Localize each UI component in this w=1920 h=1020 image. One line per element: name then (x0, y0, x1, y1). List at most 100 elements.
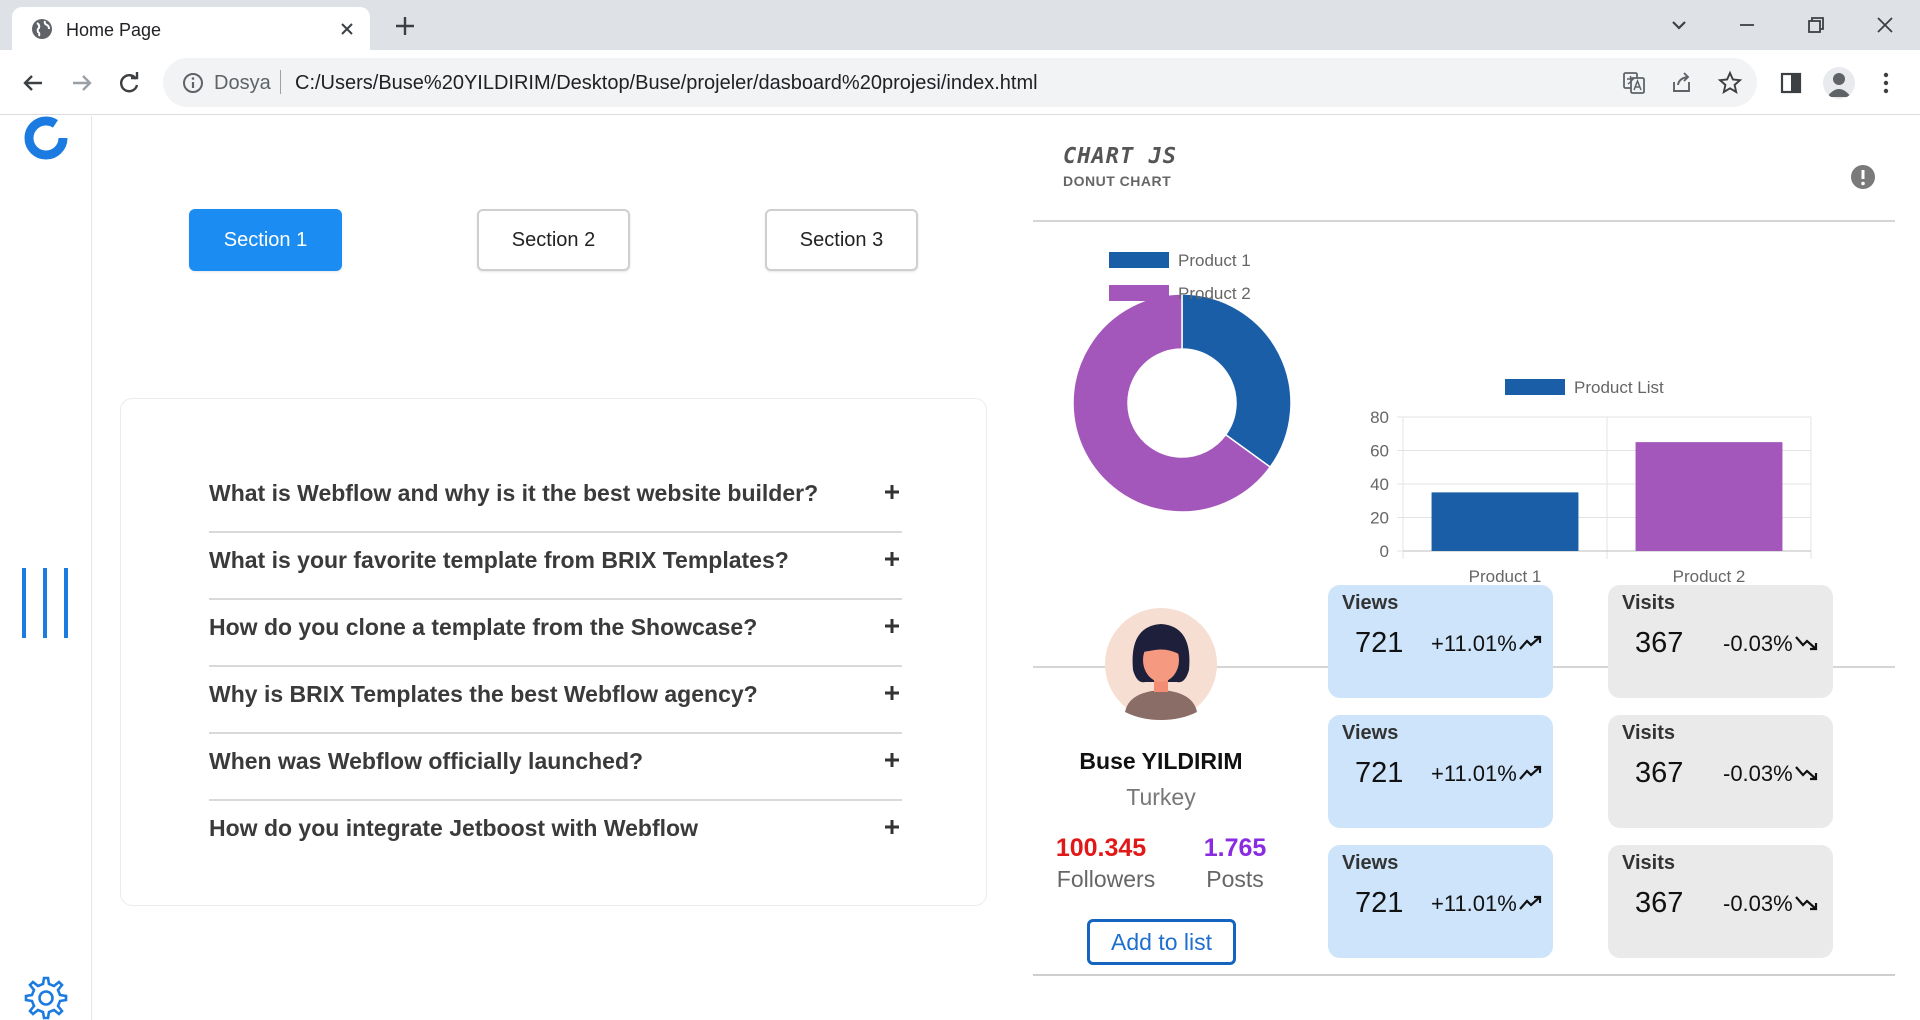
faq-item[interactable]: How do you integrate Jetboost with Webfl… (209, 801, 902, 868)
avatar (1105, 608, 1217, 720)
posts-count: 1.765 (1203, 834, 1267, 862)
trend-up-icon (1519, 635, 1542, 650)
menu-kebab-icon[interactable] (1872, 69, 1900, 97)
menu-icon[interactable] (22, 568, 72, 638)
plus-icon[interactable] (882, 750, 902, 770)
faq-question: How do you integrate Jetboost with Webfl… (209, 815, 698, 841)
y-tick-label: 80 (1370, 408, 1389, 427)
donut-slice (1181, 293, 1292, 469)
logo-icon[interactable] (23, 116, 69, 162)
add-to-list-button[interactable]: Add to list (1087, 919, 1236, 965)
metric-value: 721 (1355, 627, 1404, 659)
plus-icon[interactable] (882, 683, 902, 703)
back-icon[interactable] (18, 68, 48, 98)
y-tick-label: 0 (1380, 542, 1389, 561)
views-card: Views 721 +11.01% (1328, 715, 1553, 828)
faq-question: Why is BRIX Templates the best Webflow a… (209, 681, 758, 707)
plus-icon[interactable] (882, 549, 902, 569)
metric-label: Views (1342, 852, 1399, 874)
metric-change: +11.01% (1431, 631, 1517, 656)
metric-label: Visits (1622, 722, 1675, 744)
faq-question: What is your favorite template from BRIX… (209, 547, 789, 573)
visits-card: Visits 367 -0.03% (1608, 585, 1833, 698)
chart-card-title: CHART JS (1063, 144, 1177, 169)
followers-count: 100.345 (1055, 834, 1147, 862)
trend-down-icon (1795, 896, 1818, 911)
bar (1635, 442, 1783, 551)
share-icon[interactable] (1669, 70, 1695, 96)
profile-country: Turkey (1126, 784, 1196, 810)
faq-item[interactable]: When was Webflow officially launched? (209, 734, 902, 801)
metric-change: -0.03% (1723, 891, 1793, 916)
profile-name: Buse YILDIRIM (1079, 748, 1243, 774)
close-tab-icon[interactable] (335, 17, 359, 41)
faq-card: What is Webflow and why is it the best w… (120, 398, 987, 906)
views-card: Views 721 +11.01% (1328, 585, 1553, 698)
tab-search-icon[interactable] (1664, 10, 1694, 40)
followers-label: Followers (1056, 866, 1156, 892)
trend-down-icon (1795, 766, 1818, 781)
metric-change: -0.03% (1723, 761, 1793, 786)
gear-icon[interactable] (24, 976, 68, 1020)
metric-change: +11.01% (1431, 891, 1517, 916)
bookmark-star-icon[interactable] (1717, 70, 1743, 96)
legend-label: Product 2 (1178, 284, 1251, 303)
faq-question: How do you clone a template from the Sho… (209, 614, 758, 640)
page-content: Section 1 Section 2 Section 3 What is We… (0, 116, 1920, 1020)
legend-label: Product List (1574, 378, 1664, 397)
metric-value: 367 (1635, 627, 1684, 659)
plus-icon[interactable] (882, 616, 902, 636)
metric-label: Views (1342, 722, 1399, 744)
restore-icon[interactable] (1801, 10, 1831, 40)
metric-value: 367 (1635, 757, 1684, 789)
reload-icon[interactable] (114, 68, 144, 98)
new-tab-icon[interactable] (391, 12, 419, 40)
side-panel-icon[interactable] (1777, 69, 1805, 97)
browser-toolbar: Dosya C:/Users/Buse%20YILDIRIM/Desktop/B… (0, 50, 1920, 115)
tab-title: Home Page (66, 20, 162, 40)
divider (280, 70, 281, 94)
metric-change: -0.03% (1723, 631, 1793, 656)
visits-card: Visits 367 -0.03% (1608, 715, 1833, 828)
y-tick-label: 60 (1370, 442, 1389, 461)
faq-item[interactable]: What is Webflow and why is it the best w… (209, 466, 902, 533)
section-2-button[interactable]: Section 2 (477, 209, 630, 271)
section-3-button[interactable]: Section 3 (765, 209, 918, 271)
faq-item[interactable]: How do you clone a template from the Sho… (209, 600, 902, 667)
info-icon[interactable] (1850, 164, 1876, 190)
browser-tab[interactable]: Home Page (12, 7, 370, 50)
metric-value: 721 (1355, 757, 1404, 789)
y-tick-label: 40 (1370, 475, 1389, 494)
translate-icon[interactable] (1621, 70, 1647, 96)
faq-item[interactable]: Why is BRIX Templates the best Webflow a… (209, 667, 902, 734)
scheme-label: Dosya (214, 72, 271, 94)
globe-icon (32, 19, 52, 39)
faq-item[interactable]: What is your favorite template from BRIX… (209, 533, 902, 600)
x-tick-label: Product 2 (1673, 567, 1746, 586)
plus-icon[interactable] (882, 817, 902, 837)
minimize-icon[interactable] (1732, 10, 1762, 40)
faq-question: What is Webflow and why is it the best w… (209, 480, 819, 506)
info-icon[interactable] (181, 71, 205, 95)
forward-icon[interactable] (67, 68, 97, 98)
visits-card: Visits 367 -0.03% (1608, 845, 1833, 958)
url-text[interactable]: C:/Users/Buse%20YILDIRIM/Desktop/Buse/pr… (295, 72, 1038, 95)
trend-up-icon (1519, 895, 1542, 910)
metric-label: Visits (1622, 592, 1675, 614)
close-window-icon[interactable] (1870, 10, 1900, 40)
bar (1431, 492, 1579, 551)
metric-label: Views (1342, 592, 1399, 614)
sidebar (0, 116, 92, 1020)
trend-down-icon (1795, 636, 1818, 651)
divider (1033, 974, 1895, 976)
metric-value: 367 (1635, 887, 1684, 919)
plus-icon[interactable] (882, 482, 902, 502)
section-1-button[interactable]: Section 1 (189, 209, 342, 271)
legend-swatch (1109, 252, 1169, 268)
trend-up-icon (1519, 765, 1542, 780)
y-tick-label: 20 (1370, 509, 1389, 528)
profile-icon[interactable] (1823, 67, 1855, 99)
legend-label: Product 1 (1178, 251, 1251, 270)
address-bar[interactable]: Dosya C:/Users/Buse%20YILDIRIM/Desktop/B… (163, 58, 1757, 107)
chart-card-header: CHART JS DONUT CHART (1033, 128, 1895, 222)
